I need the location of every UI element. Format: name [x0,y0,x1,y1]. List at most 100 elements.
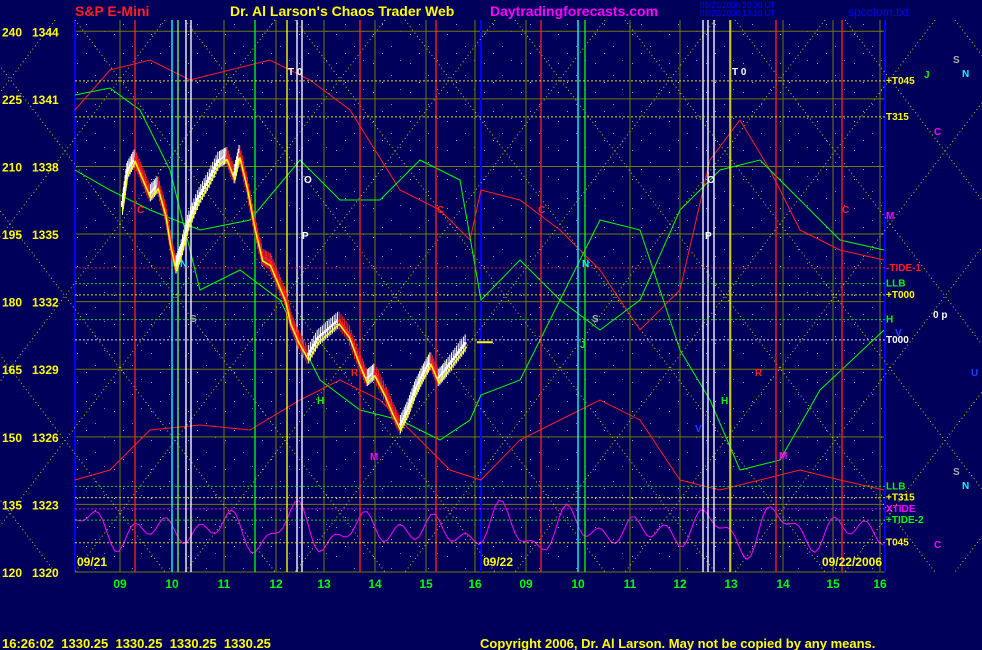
date-label: 09/22/2006 [822,555,882,569]
price-body [450,360,453,363]
left-axis-label: 150 [2,431,22,445]
price-axis-label: 1335 [32,228,59,242]
price-body [197,194,201,198]
planet-marker: P [302,231,309,242]
left-axis-label: 240 [2,25,22,39]
timestamp-2: 09/22/2006 13:10 UT [700,9,775,18]
price-axis-label: 1338 [32,160,59,174]
price-body [451,357,455,361]
date-label: 09/21 [77,555,107,569]
hour-tick-label: 15 [419,577,433,591]
hour-tick-label: 10 [571,577,585,591]
price-body [460,346,464,349]
planet-marker: 0 p [933,310,947,321]
level-label: +T000 [886,290,915,301]
price-body [308,349,312,353]
hour-tick-label: 15 [826,577,840,591]
planet-marker: M [779,451,787,462]
hour-tick-label: 12 [269,577,283,591]
price-body [329,325,333,328]
planet-marker: V [695,424,702,435]
level-label: T045 [886,538,909,549]
price-body [317,336,321,338]
hour-tick-label: 12 [673,577,687,591]
left-axis-label: 180 [2,296,22,310]
level-label: T315 [886,112,909,123]
left-axis-label: 210 [2,160,22,174]
price-body [334,321,338,323]
copyright: Copyright 2006, Dr. Al Larson. May not b… [480,636,875,650]
price-body [211,169,215,174]
planet-marker: P [705,231,712,242]
planet-marker: C [934,540,941,551]
price-axis-label: 1332 [32,296,59,310]
price-body [337,319,341,322]
hour-tick-label: 14 [776,577,790,591]
planet-marker: S [190,314,197,325]
planet-marker: J [924,70,930,81]
planet-marker: T 0 [288,67,303,78]
price-body [322,331,326,334]
price-body [325,328,329,331]
hour-tick-label: 16 [873,577,887,591]
level-label: XTIDE [886,504,916,515]
planet-marker: U [971,368,978,379]
price-body [200,188,204,192]
price-body [446,364,450,367]
planet-marker: T 0 [732,67,747,78]
price-body [204,182,208,186]
price-body [324,330,328,332]
price-body [456,351,460,354]
planet-marker: C [538,205,545,216]
left-axis-label: 135 [2,498,22,512]
price-body [212,166,216,170]
price-axis-label: 1323 [32,498,59,512]
planet-marker: R [351,368,359,379]
site-url[interactable]: Daytradingforecasts.com [490,3,658,19]
price-body [214,163,218,167]
price-body [190,210,194,215]
price-axis-label: 1329 [32,363,59,377]
hour-tick-label: 14 [368,577,382,591]
price-body [314,340,317,344]
level-label: LLB [886,481,905,492]
price-body [332,322,336,325]
left-axis-label: 165 [2,363,22,377]
price-body [312,343,316,347]
left-axis-label: 225 [2,93,22,107]
planet-marker: H [317,396,324,407]
planet-marker: O [707,175,715,186]
planet-marker: M [886,211,894,222]
price-body [455,353,459,356]
hour-tick-label: 11 [624,577,637,591]
price-body [189,214,193,219]
price-body [448,362,452,365]
price-body [207,176,211,180]
price-body [209,173,213,177]
date-label: 09/22 [483,555,513,569]
price-body [199,191,203,195]
price-body [320,333,324,335]
price-axis-label: 1344 [32,25,59,39]
planet-marker: S [953,467,960,478]
planet-marker: C [934,127,941,138]
price-body [206,179,210,183]
planet-marker: R [755,368,763,379]
planet-marker: N [180,259,187,270]
planet-marker: C [437,205,444,216]
planet-marker: M [370,452,378,463]
level-label: +T045 [886,76,915,87]
left-axis-label: 120 [2,566,22,580]
price-body [307,352,311,356]
hour-tick-label: 09 [519,577,533,591]
level-label: +TIDE-2 [886,515,924,526]
price-body [192,206,196,211]
hour-tick-label: 11 [218,577,231,591]
planet-marker: C [842,205,849,216]
price-body [444,366,448,370]
quote-readout: 16:26:02 1330.25 1330.25 1330.25 1330.25 [2,636,271,650]
price-body [458,348,462,352]
symbol-title: S&P E-Mini [75,3,149,19]
price-body [216,159,220,164]
level-label: -TIDE-1 [886,263,921,274]
